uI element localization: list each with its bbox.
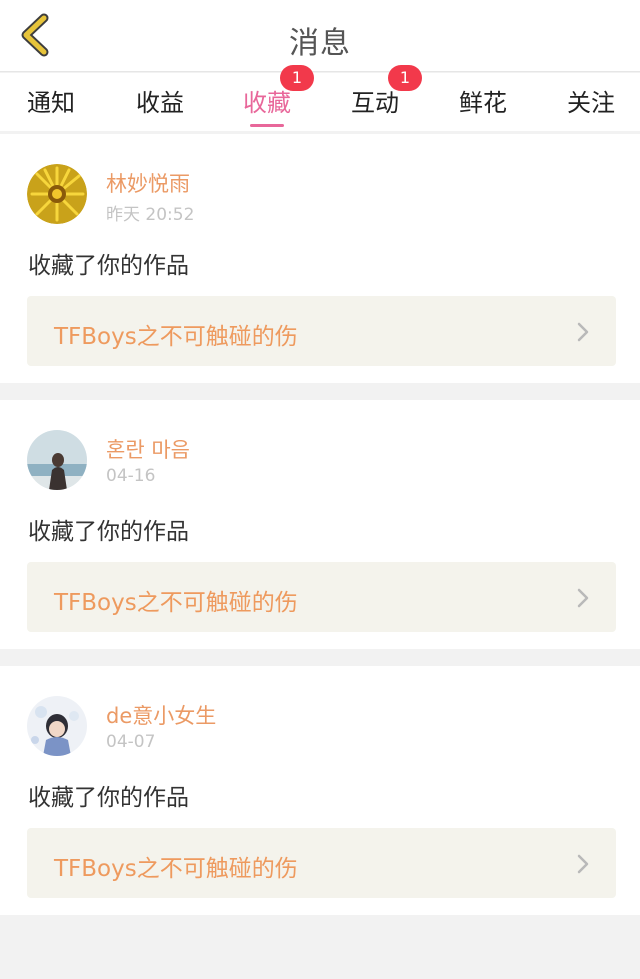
work-title: TFBoys之不可触碰的伤 [54,590,298,616]
username[interactable]: 혼란 마음 [106,434,190,464]
nav-header: 消息 [0,0,640,72]
username[interactable]: 林妙悦雨 [106,168,190,198]
message-card: 林妙悦雨 昨天 20:52 收藏了你的作品 TFBoys之不可触碰的伤 [0,134,640,383]
action-text: 收藏了你的作品 [28,785,189,811]
chevron-right-icon [577,854,589,874]
work-link[interactable]: TFBoys之不可触碰的伤 [27,828,616,898]
action-text: 收藏了你的作品 [28,519,189,545]
work-title: TFBoys之不可触碰的伤 [54,324,298,350]
tab-interaction[interactable]: 互动 1 [330,65,422,131]
tab-favorites[interactable]: 收藏 1 [222,65,314,131]
avatar[interactable] [27,430,87,490]
username[interactable]: de意小女生 [106,700,216,730]
tab-label: 鲜花 [459,89,507,117]
timestamp: 昨天 20:52 [106,205,195,225]
timestamp: 04-07 [106,732,156,752]
tab-label: 通知 [27,89,75,117]
message-card: 혼란 마음 04-16 收藏了你的作品 TFBoys之不可触碰的伤 [0,400,640,649]
avatar[interactable] [27,164,87,224]
tab-follow[interactable]: 关注 [546,73,636,131]
active-tab-indicator [250,124,284,127]
avatar[interactable] [27,696,87,756]
tab-label: 关注 [567,89,615,117]
tab-notify[interactable]: 通知 [6,73,96,131]
action-text: 收藏了你的作品 [28,253,189,279]
chevron-right-icon [577,322,589,342]
tab-earnings[interactable]: 收益 [115,73,205,131]
work-link[interactable]: TFBoys之不可触碰的伤 [27,296,616,366]
tab-badge: 1 [388,65,422,91]
work-title: TFBoys之不可触碰的伤 [54,856,298,882]
tab-label: 收益 [136,89,184,117]
tab-flowers[interactable]: 鲜花 [438,73,528,131]
tab-badge: 1 [280,65,314,91]
chevron-right-icon [577,588,589,608]
page-title: 消息 [289,26,351,61]
work-link[interactable]: TFBoys之不可触碰的伤 [27,562,616,632]
message-card: de意小女生 04-07 收藏了你的作品 TFBoys之不可触碰的伤 [0,666,640,915]
tab-bar: 通知 收益 收藏 1 互动 1 鲜花 关注 [0,65,640,131]
timestamp: 04-16 [106,466,156,486]
